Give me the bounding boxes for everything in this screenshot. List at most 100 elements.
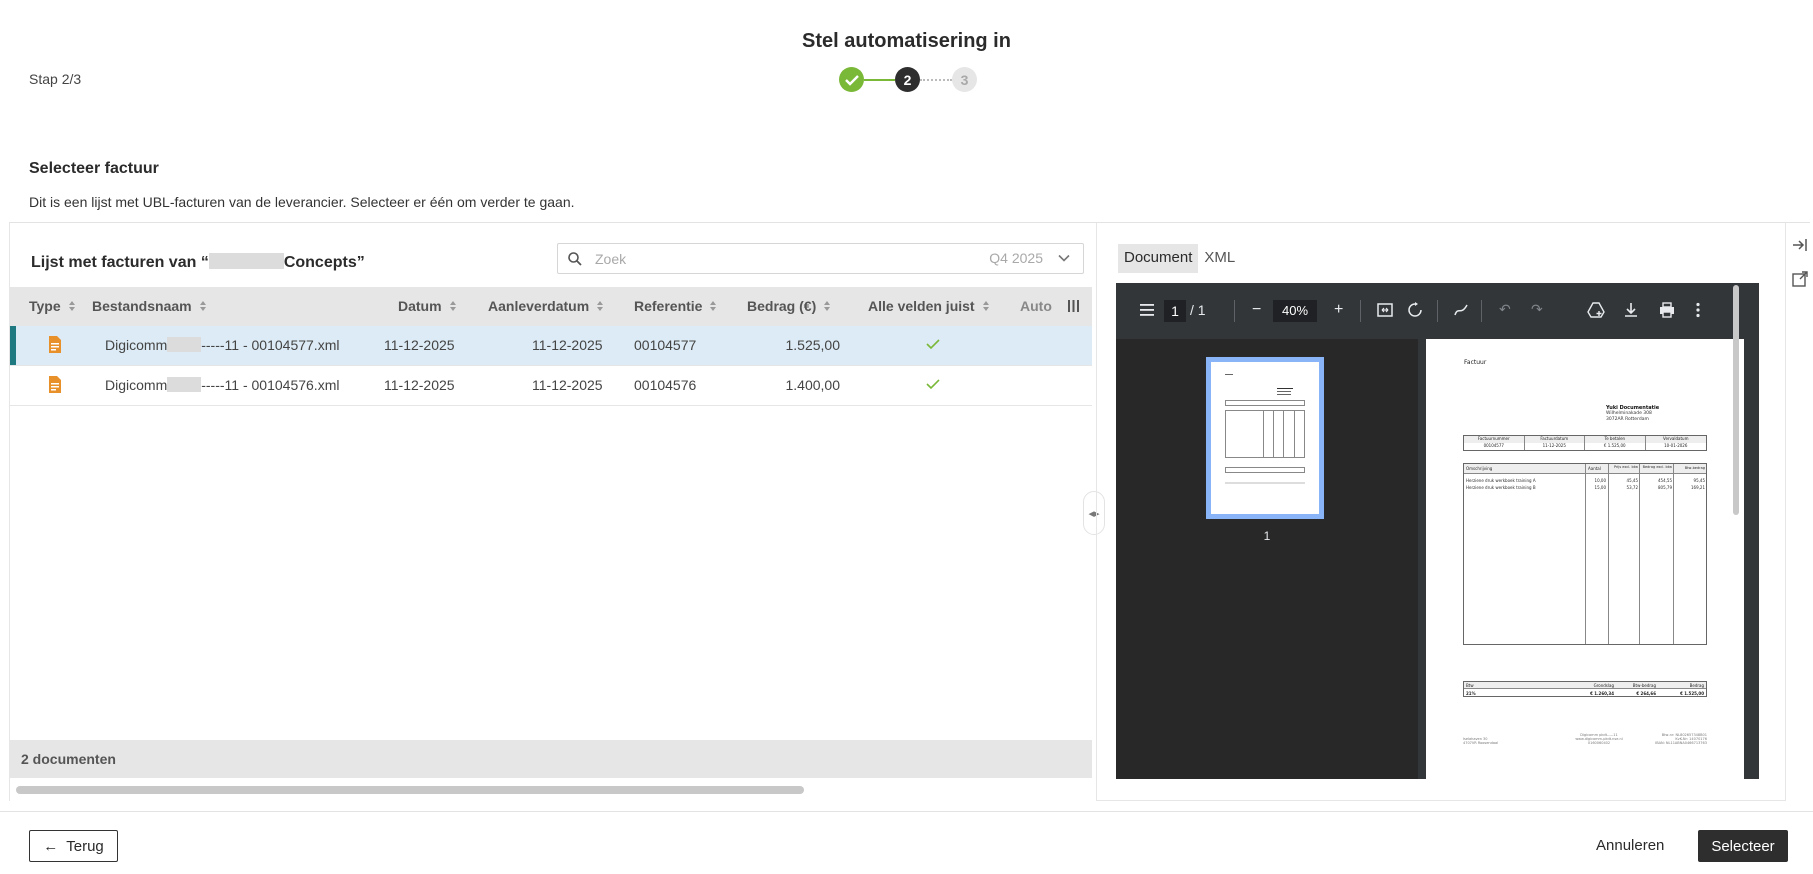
doc-address-2: 3072AR Rotterdam: [1606, 417, 1649, 422]
section-title: Selecteer factuur: [29, 160, 159, 177]
doc-lines-table: Omschrijving Aantal Prijs excl. btw Bedr…: [1463, 463, 1707, 645]
column-header-auto[interactable]: Auto: [1020, 298, 1052, 314]
zoom-in-icon[interactable]: +: [1334, 301, 1343, 319]
pdf-page: Factuur Yuki Documentatie Wilhelminakade…: [1426, 339, 1744, 779]
stepper: 2 3: [839, 67, 979, 93]
page-thumbnail[interactable]: [1206, 357, 1324, 519]
tab-document[interactable]: Document: [1118, 244, 1199, 273]
filename-cell: Digicomm -----11 - 00104576.xml: [105, 377, 340, 393]
table-row[interactable]: Digicomm -----11 - 00104576.xml 11-12-202…: [10, 366, 1092, 406]
pdf-viewer: 1 / 1 − 40% + ↶ ↷ 1 Factuur Yuki Documen…: [1116, 283, 1759, 779]
rotate-icon[interactable]: [1407, 302, 1423, 318]
search-icon: [568, 251, 582, 266]
step-label: Stap 2/3: [29, 71, 82, 87]
doc-footer-right: Btw-nr: NL802657348B01 KvK-Nr: 14070176 …: [1655, 733, 1707, 745]
horizontal-scrollbar[interactable]: [16, 786, 804, 794]
sort-icon: [449, 301, 456, 311]
aanleverdatum-cell: 11-12-2025: [532, 377, 603, 393]
column-header-referentie[interactable]: Referentie: [634, 298, 717, 314]
sort-icon: [199, 301, 206, 311]
search-input[interactable]: [595, 250, 955, 267]
aanleverdatum-cell: 11-12-2025: [532, 337, 603, 353]
datum-cell: 11-12-2025: [384, 377, 455, 393]
sort-icon: [824, 301, 831, 311]
toolbar-separator: [1234, 300, 1235, 322]
annotate-icon[interactable]: [1453, 302, 1469, 318]
list-title: Lijst met facturen van “ Concepts”: [31, 253, 365, 272]
thumbnail-page: [1211, 362, 1319, 514]
doc-tax-table: Btw Grondslag Btw-bedrag Bedrag 21% € 1.…: [1463, 681, 1707, 697]
sort-icon: [710, 301, 717, 311]
undo-icon[interactable]: ↶: [1499, 301, 1511, 318]
table-header: Type Bestandsnaam Datum Aanleverdatum Re…: [10, 287, 1092, 326]
more-vert-icon[interactable]: [1696, 302, 1700, 318]
column-header-bestandsnaam[interactable]: Bestandsnaam: [92, 298, 207, 314]
sort-icon: [982, 301, 989, 311]
step-connector-todo: [920, 79, 952, 81]
column-header-type[interactable]: Type: [29, 298, 76, 314]
page-number-input[interactable]: 1: [1164, 300, 1186, 322]
period-select[interactable]: Q4 2025: [989, 250, 1043, 266]
drive-icon[interactable]: [1587, 302, 1605, 318]
footer-actions: ← Terug Annuleren Selecteer: [0, 811, 1813, 874]
list-title-suffix: Concepts”: [283, 254, 365, 271]
wizard-title: Stel automatisering in: [802, 30, 1011, 52]
bedrag-cell: 1.525,00: [785, 337, 841, 353]
datum-cell: 11-12-2025: [384, 337, 455, 353]
search-box: Q4 2025: [557, 243, 1084, 274]
download-icon[interactable]: [1624, 302, 1638, 318]
toolbar-separator: [1360, 300, 1361, 322]
table-row[interactable]: Digicomm -----11 - 00104577.xml 11-12-202…: [10, 326, 1092, 366]
bedrag-cell: 1.400,00: [785, 377, 841, 393]
step-2-active: 2: [895, 67, 920, 92]
step-1-done: [839, 67, 864, 92]
redo-icon[interactable]: ↷: [1531, 301, 1543, 318]
doc-heading: Factuur: [1464, 359, 1487, 366]
back-button[interactable]: ← Terug: [29, 830, 118, 862]
print-icon[interactable]: [1659, 302, 1675, 318]
step-connector-done: [864, 79, 895, 81]
cancel-button[interactable]: Annuleren: [1596, 837, 1664, 854]
step-3-todo: 3: [952, 67, 977, 92]
pdf-toolbar: 1 / 1 − 40% + ↶ ↷: [1116, 283, 1759, 339]
section-description: Dit is een lijst met UBL-facturen van de…: [29, 194, 575, 210]
side-toolbar: [1789, 223, 1810, 801]
redacted-text: [167, 377, 202, 392]
vertical-scrollbar[interactable]: [1733, 285, 1739, 515]
toolbar-separator: [1481, 300, 1482, 322]
redacted-text: [208, 253, 284, 269]
xml-file-icon: [49, 376, 61, 393]
collapse-panel-icon[interactable]: [1792, 237, 1808, 253]
list-title-prefix: Lijst met facturen van “: [31, 254, 209, 271]
arrow-left-icon: ←: [43, 837, 59, 855]
open-external-icon[interactable]: [1792, 271, 1808, 287]
check-icon: [926, 339, 940, 350]
zoom-out-icon[interactable]: −: [1252, 301, 1261, 319]
doc-footer-left: Iselahaven 30 4707VR Roosendaal: [1463, 737, 1499, 745]
doc-address-1: Wilhelminakade 308: [1606, 411, 1652, 416]
fit-page-icon[interactable]: [1377, 303, 1393, 317]
zoom-input[interactable]: 40%: [1273, 300, 1317, 322]
table-footer: 2 documenten: [10, 740, 1092, 778]
doc-footer-mid: Digicomm pkdt-----11 www.digicomm-pkdt.n…: [1575, 733, 1623, 745]
chevron-down-icon[interactable]: [1057, 251, 1071, 265]
filename-cell: Digicomm -----11 - 00104577.xml: [105, 337, 340, 353]
main-content: Lijst met facturen van “ Concepts” Q4 202…: [9, 222, 1810, 801]
pdf-page-view: Factuur Yuki Documentatie Wilhelminakade…: [1419, 339, 1759, 779]
checkmark-icon: [844, 74, 859, 86]
tab-xml[interactable]: XML: [1198, 244, 1241, 273]
menu-icon[interactable]: [1140, 304, 1154, 316]
column-header-datum[interactable]: Datum: [398, 298, 457, 314]
column-header-alle-velden-juist[interactable]: Alle velden juist: [868, 298, 990, 314]
page-total: / 1: [1190, 302, 1206, 318]
sort-icon: [597, 301, 604, 311]
columns-icon[interactable]: [1067, 299, 1080, 313]
doc-meta-table: Factuurnummer Factuurdatum Te betalen Ve…: [1463, 435, 1707, 451]
preview-tabs: Document XML: [1118, 244, 1241, 273]
xml-file-icon: [49, 336, 61, 353]
select-button[interactable]: Selecteer: [1698, 830, 1788, 862]
column-header-bedrag[interactable]: Bedrag (€): [747, 298, 831, 314]
column-header-aanleverdatum[interactable]: Aanleverdatum: [488, 298, 604, 314]
referentie-cell: 00104577: [634, 337, 697, 353]
thumbnail-sidebar: 1: [1116, 339, 1418, 779]
